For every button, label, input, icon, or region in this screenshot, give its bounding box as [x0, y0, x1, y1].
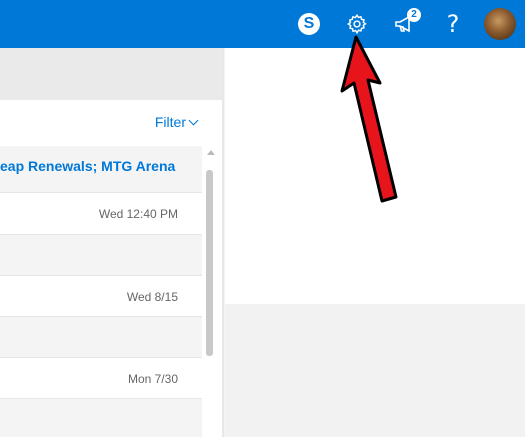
scrollbar[interactable] [204, 146, 216, 437]
list-item[interactable]: Wed 12:40 PM [0, 193, 202, 235]
list-toolbar [0, 48, 222, 100]
pane-divider [222, 48, 224, 437]
list-item-date: Wed 8/15 [126, 290, 178, 304]
list-item[interactable]: eap Renewals; MTG Arena [0, 146, 202, 193]
scroll-up-icon[interactable] [207, 150, 215, 155]
list-item[interactable]: Mon 7/30 [0, 358, 202, 399]
annotation-arrow [340, 35, 398, 203]
filter-label: Filter [154, 114, 186, 130]
top-bar: S 2 ? [0, 0, 525, 48]
list-item-subject: eap Renewals; MTG Arena [0, 158, 176, 174]
reading-pane-footer [225, 304, 525, 437]
avatar[interactable] [484, 8, 516, 40]
skype-icon: S [298, 13, 320, 35]
list-group-header [0, 317, 202, 358]
list-item-date: Wed 12:40 PM [98, 207, 178, 221]
gear-icon [347, 14, 367, 35]
list-group-header [0, 399, 202, 437]
filter-button[interactable]: Filter [154, 114, 199, 130]
help-button[interactable]: ? [431, 0, 475, 48]
notification-badge: 2 [407, 8, 421, 22]
chevron-down-icon [188, 115, 199, 126]
list-item-date: Mon 7/30 [127, 372, 178, 386]
message-list: Filter eap Renewals; MTG Arena Wed 12:40… [0, 100, 222, 437]
list-item[interactable]: Wed 8/15 [0, 276, 202, 317]
list-group-header [0, 235, 202, 276]
skype-button[interactable]: S [287, 0, 331, 48]
scroll-thumb[interactable] [206, 170, 213, 356]
